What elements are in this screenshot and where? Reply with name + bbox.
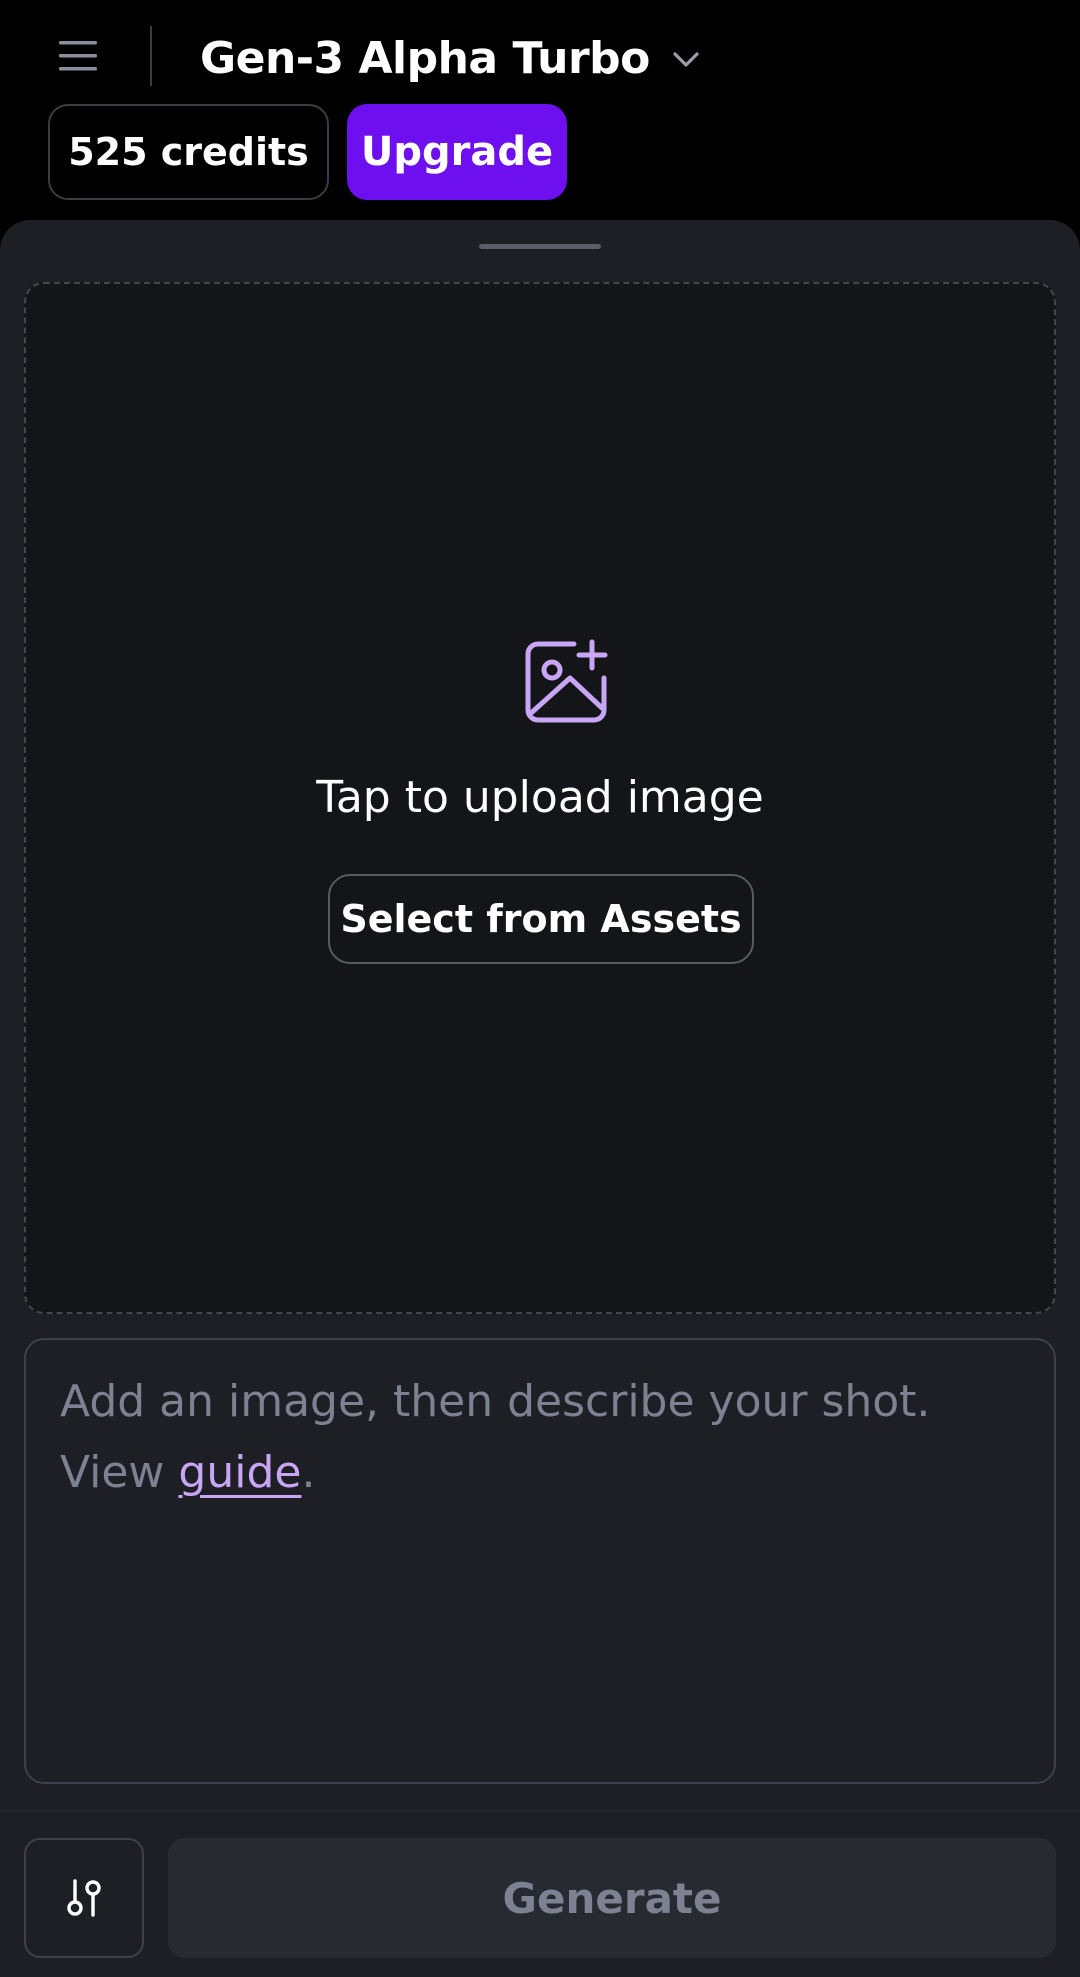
prompt-placeholder: Add an image, then describe your shot. V… (60, 1366, 1030, 1508)
model-selector[interactable]: Gen-3 Alpha Turbo (200, 22, 700, 94)
hamburger-menu-icon (59, 41, 97, 71)
generate-button[interactable]: Generate (168, 1838, 1056, 1958)
settings-sliders-icon (67, 1879, 101, 1917)
model-name: Gen-3 Alpha Turbo (200, 32, 650, 84)
top-bar: Gen-3 Alpha Turbo 525 credits Upgrade (0, 0, 1080, 218)
guide-link[interactable]: guide (178, 1447, 301, 1498)
prompt-input[interactable]: Add an image, then describe your shot. V… (24, 1338, 1056, 1784)
app-root: Gen-3 Alpha Turbo 525 credits Upgrade Ta… (0, 0, 1080, 1977)
settings-button[interactable] (24, 1838, 144, 1958)
credits-badge[interactable]: 525 credits (48, 104, 329, 200)
sheet-drag-handle[interactable] (479, 244, 601, 249)
upload-prompt-text: Tap to upload image (316, 772, 764, 823)
upgrade-button[interactable]: Upgrade (347, 104, 567, 200)
menu-button[interactable] (48, 30, 108, 82)
image-upload-area[interactable]: Tap to upload image Select from Assets (24, 282, 1056, 1314)
footer-divider (0, 1810, 1080, 1812)
prompt-placeholder-suffix: . (301, 1447, 316, 1498)
image-add-icon (525, 639, 608, 723)
select-from-assets-button[interactable]: Select from Assets (328, 874, 754, 964)
chevron-down-icon (672, 51, 700, 69)
generation-sheet: Tap to upload image Select from Assets A… (0, 220, 1080, 1977)
header-divider (150, 26, 152, 86)
